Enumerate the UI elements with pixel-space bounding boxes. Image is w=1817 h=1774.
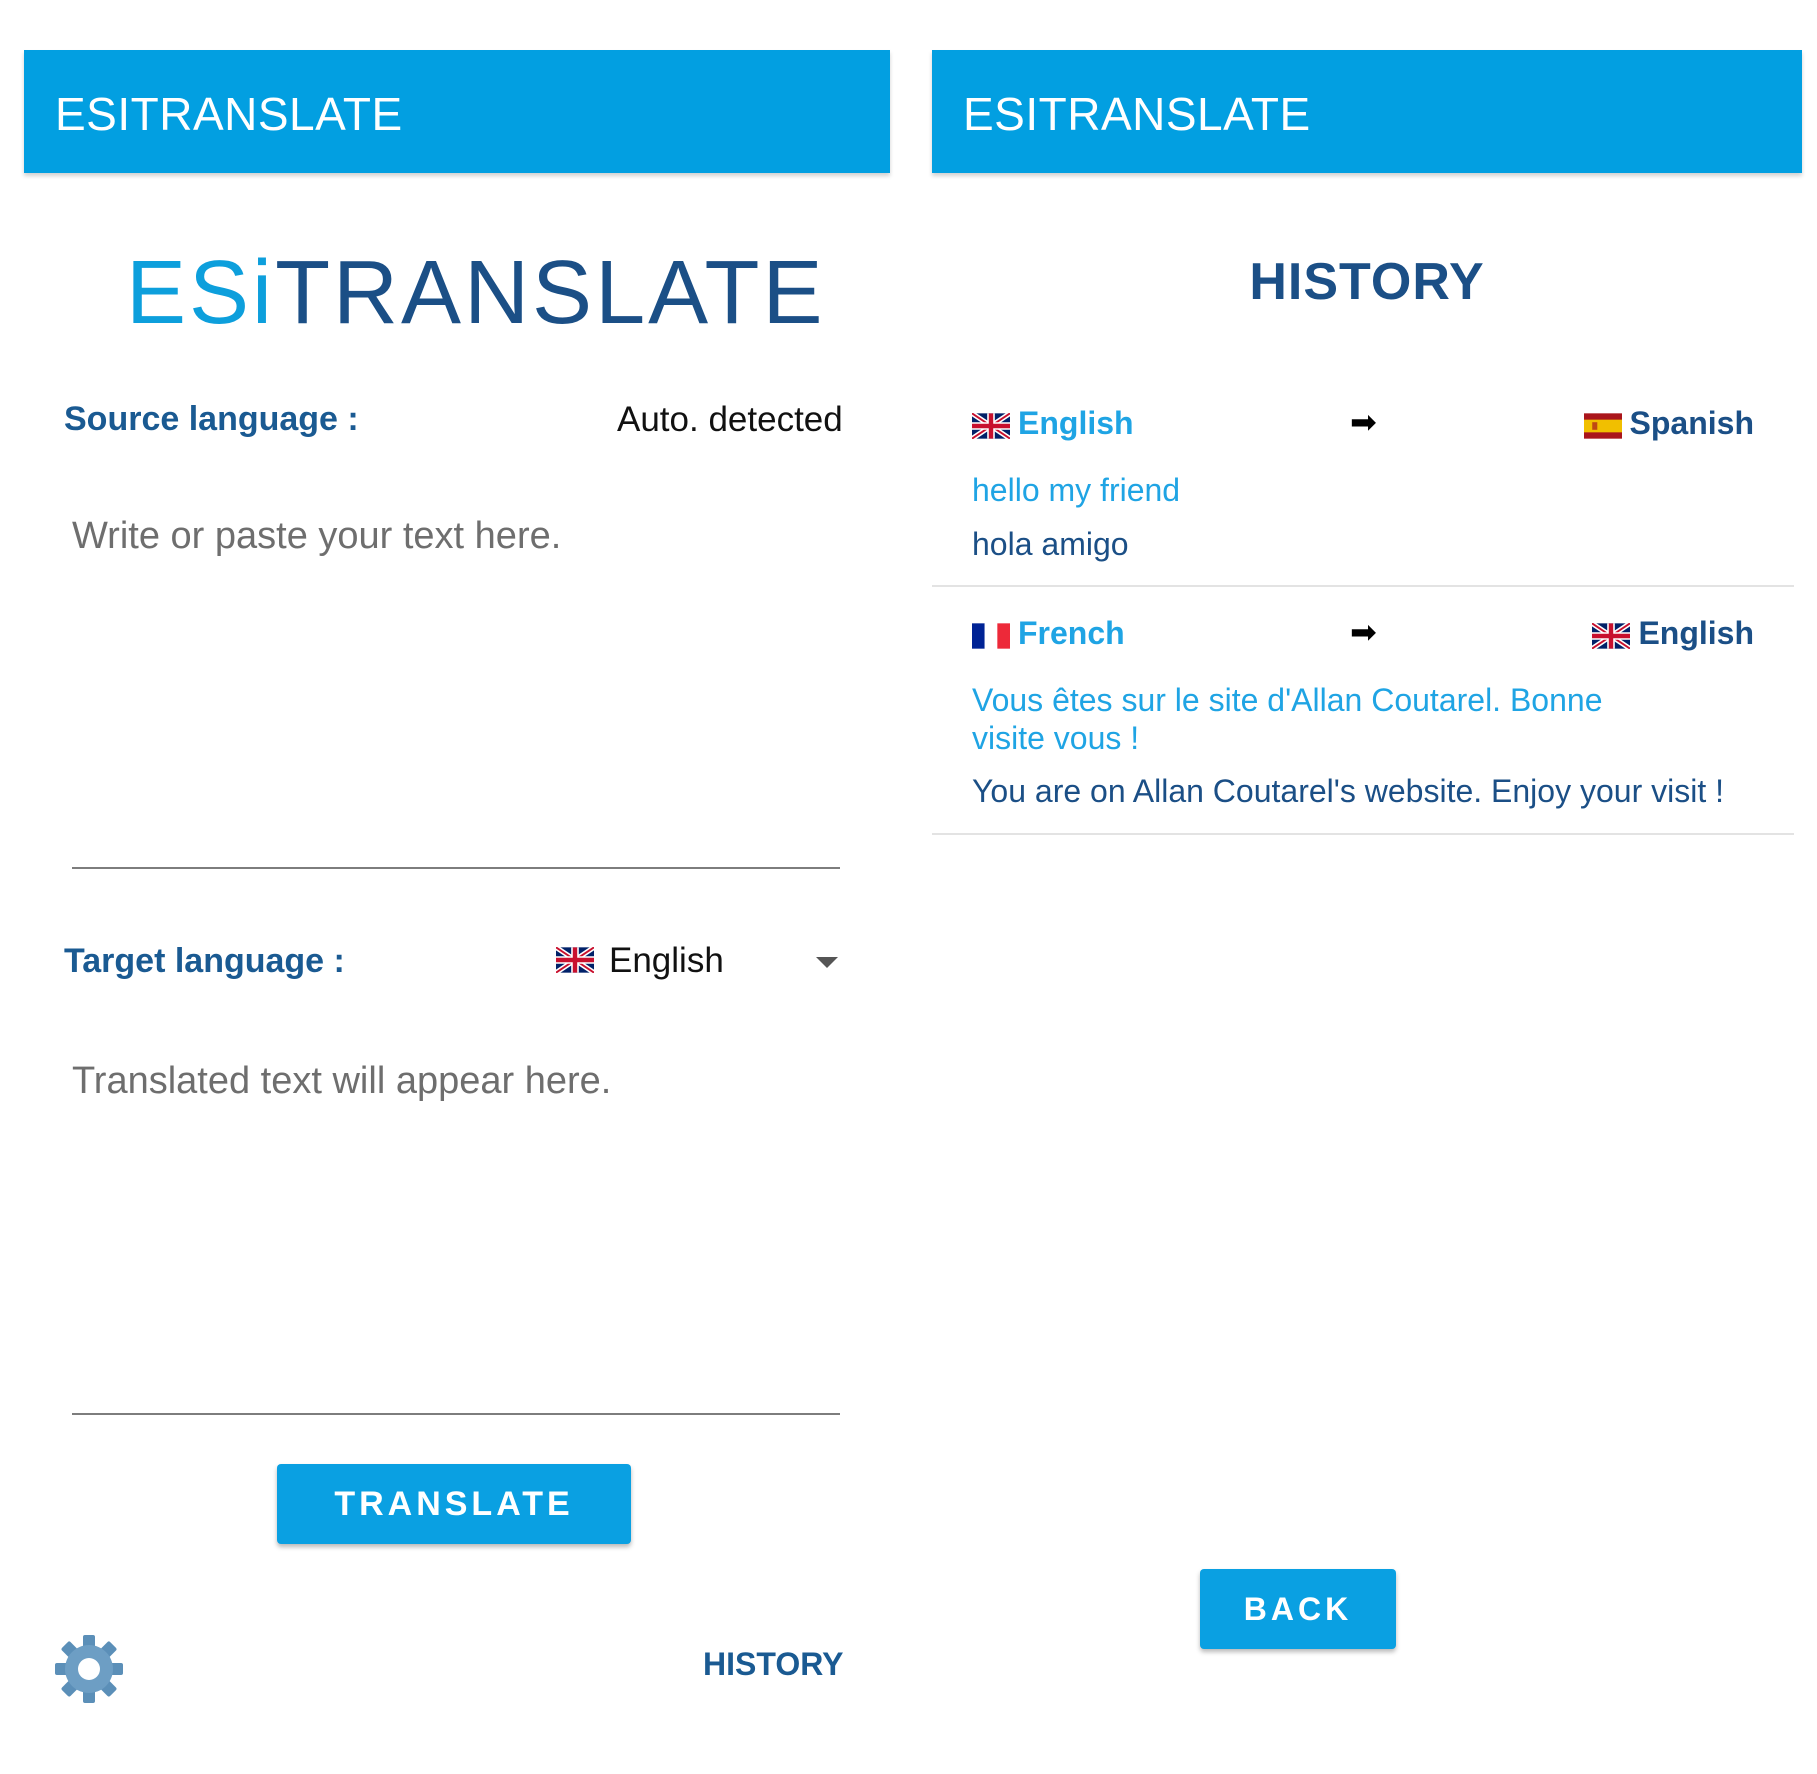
history-screen: ESITRANSLATE HISTORY English ➡ Spanish h… — [932, 0, 1802, 1774]
history-entry-header: French ➡ English — [972, 614, 1754, 659]
spain-flag-icon — [1583, 405, 1622, 442]
source-language-value: Auto. detected — [617, 400, 843, 439]
history-from-language: English — [972, 405, 1134, 442]
back-button[interactable]: BACK — [1200, 1569, 1396, 1649]
history-entry[interactable]: English ➡ Spanish hello my friend hola a… — [932, 404, 1794, 587]
app-bar: ESITRANSLATE — [932, 50, 1802, 173]
history-entry[interactable]: French ➡ English Vous êtes sur le site d… — [932, 614, 1794, 835]
target-language-select[interactable]: English — [556, 935, 846, 989]
history-to-language: Spanish — [1583, 405, 1754, 442]
gear-icon[interactable] — [54, 1634, 124, 1704]
chevron-down-icon — [816, 957, 838, 968]
history-source-text: hello my friend — [972, 472, 1181, 508]
history-source-text: Vous êtes sur le site d'Allan Coutarel. … — [972, 682, 1603, 756]
history-link[interactable]: HISTORY — [703, 1646, 843, 1683]
history-to-language: English — [1592, 615, 1754, 652]
target-language-label: Target language : — [64, 942, 345, 980]
translated-text-output — [72, 1060, 840, 1390]
history-translated-text: hola amigo — [972, 526, 1129, 562]
arrow-right-icon: ➡ — [1350, 614, 1377, 650]
translate-button[interactable]: TRANSLATE — [277, 1464, 631, 1544]
history-translated-text: You are on Allan Coutarel's website. Enj… — [972, 773, 1724, 809]
logo-part-esi: ESi — [126, 243, 276, 343]
app-logo: ESiTRANSLATE — [126, 248, 826, 338]
france-flag-icon — [972, 615, 1010, 652]
history-title: HISTORY — [1249, 253, 1485, 311]
source-text-input[interactable] — [72, 515, 840, 845]
history-from-label: French — [1018, 615, 1125, 651]
history-from-label: English — [1018, 405, 1134, 441]
source-language-label: Source language : — [64, 400, 359, 438]
logo-part-translate: TRANSLATE — [275, 243, 826, 343]
app-bar: ESITRANSLATE — [24, 50, 890, 173]
uk-flag-icon — [972, 405, 1010, 442]
uk-flag-icon — [1592, 615, 1631, 652]
arrow-right-icon: ➡ — [1350, 404, 1377, 440]
output-underline — [72, 1413, 840, 1415]
source-input-underline — [72, 867, 840, 869]
history-entry-header: English ➡ Spanish — [972, 404, 1754, 449]
uk-flag-icon — [556, 947, 594, 973]
app-bar-title: ESITRANSLATE — [963, 88, 1311, 140]
app-bar-title: ESITRANSLATE — [55, 88, 403, 140]
target-language-value: English — [609, 941, 724, 980]
history-to-label: English — [1638, 615, 1754, 651]
history-from-language: French — [972, 615, 1125, 652]
history-to-label: Spanish — [1629, 405, 1754, 441]
translate-screen: ESITRANSLATE ESiTRANSLATE Source languag… — [0, 0, 890, 1774]
